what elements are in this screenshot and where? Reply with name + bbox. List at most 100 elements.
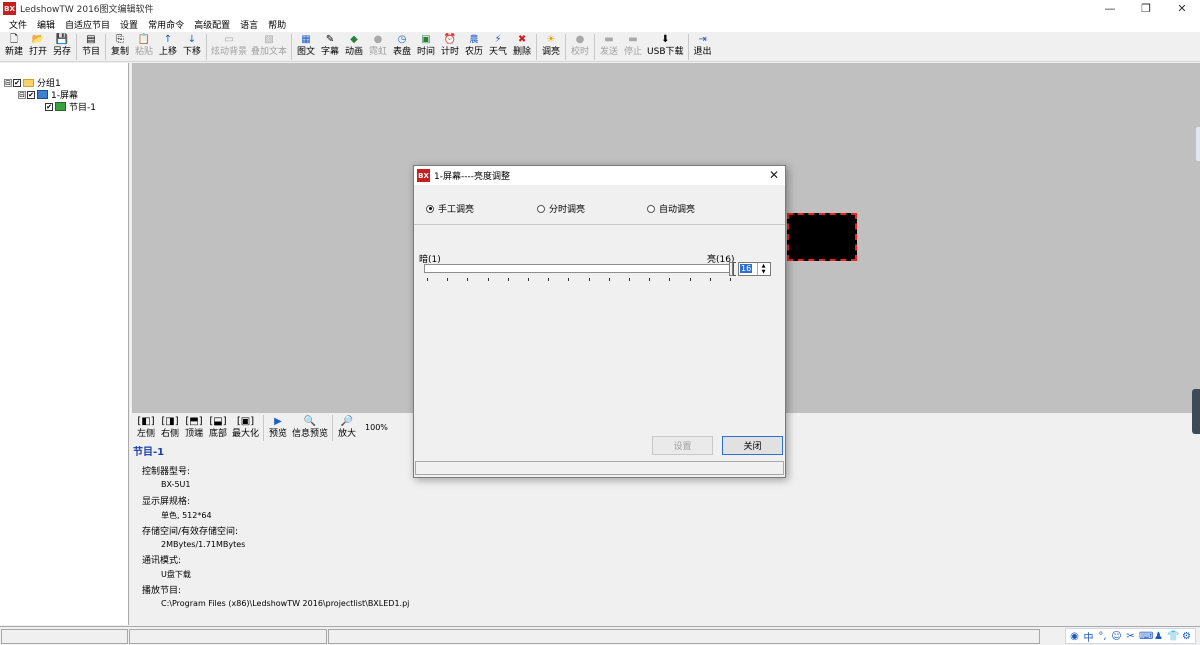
exit-button[interactable]: ⇥ 退出 (691, 32, 715, 58)
collapse-icon[interactable]: ⊟ (4, 78, 12, 87)
program-icon: ▤ (86, 34, 96, 45)
brightness-spinbox[interactable]: 16 ▲ ▼ (738, 262, 771, 276)
save-as-button[interactable]: 💾 另存 (50, 32, 74, 58)
calibrate-time-button[interactable]: ● 校时 (568, 32, 592, 58)
ime-keyboard-icon[interactable]: ⌨ (1139, 631, 1153, 642)
close-button[interactable]: ✕ (1164, 0, 1200, 17)
usb-download-button[interactable]: ⬇ USB下载 (645, 32, 685, 58)
menu-edit[interactable]: 编辑 (32, 18, 60, 31)
ime-punctuation-icon[interactable]: °, (1097, 631, 1108, 642)
tree-node-program[interactable]: ✔ 节目-1 (45, 101, 96, 113)
zoom-in-button[interactable]: 🔎 放大 (335, 413, 359, 440)
preview-button[interactable]: ▶ 预览 (266, 413, 290, 440)
ime-chinese-mode[interactable]: 中 (1083, 629, 1094, 644)
tree-node-screen[interactable]: ⊟ ✔ 1-屏幕 (18, 89, 78, 101)
collapse-icon[interactable]: ⊟ (18, 90, 26, 99)
dial-button[interactable]: ◷ 表盘 (390, 32, 414, 58)
align-top-button[interactable]: [⬒] 顶端 (182, 413, 206, 440)
maximize-button[interactable]: ❐ (1128, 0, 1164, 17)
menu-advanced-config[interactable]: 高级配置 (189, 18, 235, 31)
menu-settings[interactable]: 设置 (115, 18, 143, 31)
ime-skin-icon[interactable]: 👕 (1167, 631, 1179, 642)
radio-icon[interactable] (647, 204, 655, 213)
dialog-close-icon[interactable]: ✕ (769, 168, 779, 182)
auto-mode-radio[interactable]: 自动调亮 (647, 202, 695, 215)
side-handle[interactable] (1192, 389, 1200, 434)
group-checkbox[interactable]: ✔ (13, 78, 21, 87)
animation-button[interactable]: ◆ 动画 (342, 32, 366, 58)
dynamic-background-button[interactable]: ▭ 炫动背景 (209, 32, 249, 58)
time-button[interactable]: ▣ 时间 (414, 32, 438, 58)
menu-help[interactable]: 帮助 (263, 18, 291, 31)
ime-scissors-icon[interactable]: ✂ (1125, 631, 1136, 642)
paste-button[interactable]: 📋 粘贴 (132, 32, 156, 58)
tree-node-group[interactable]: ⊟ ✔ 分组1 (4, 77, 61, 89)
maximize-area-icon: [▣] (236, 416, 255, 427)
toolbar-separator (105, 34, 106, 60)
send-icon: ▬ (604, 34, 614, 45)
align-left-button[interactable]: [◧] 左侧 (134, 413, 158, 440)
ime-user-icon[interactable]: ♟ (1153, 631, 1164, 642)
overlay-text-button[interactable]: ▧ 叠加文本 (249, 32, 289, 58)
ime-logo-icon[interactable]: ◉ (1069, 631, 1080, 642)
manual-mode-radio[interactable]: 手工调亮 (426, 202, 474, 215)
calibrate-time-icon: ● (575, 34, 585, 45)
divider (414, 224, 785, 225)
side-tab[interactable] (1196, 127, 1200, 161)
exit-label: 退出 (693, 47, 712, 57)
screen-checkbox[interactable]: ✔ (27, 90, 35, 99)
move-down-button[interactable]: ↓ 下移 (180, 32, 204, 58)
timed-mode-radio[interactable]: 分时调亮 (537, 202, 585, 215)
brightness-button[interactable]: ☀ 调亮 (539, 32, 563, 58)
auto-mode-label: 自动调亮 (659, 205, 696, 215)
image-text-label: 图文 (297, 47, 316, 57)
maximize-area-button[interactable]: [▣] 最大化 (230, 413, 261, 440)
slider-tick (730, 278, 731, 281)
info-preview-button[interactable]: 🔍 信息预览 (290, 413, 330, 440)
open-button[interactable]: 📂 打开 (26, 32, 50, 58)
program-checkbox[interactable]: ✔ (45, 102, 53, 111)
calibrate-time-label: 校时 (571, 47, 590, 57)
timer-button[interactable]: ⏰ 计时 (438, 32, 462, 58)
subtitle-button[interactable]: ✎ 字幕 (318, 32, 342, 58)
menu-adaptive-program[interactable]: 自适应节目 (60, 18, 115, 31)
lunar-calendar-button[interactable]: 農农历 (462, 32, 486, 58)
align-bottom-button[interactable]: [⬓] 底部 (206, 413, 230, 440)
program-button[interactable]: ▤ 节目 (79, 32, 103, 58)
image-text-button[interactable]: ▦ 图文 (294, 32, 318, 58)
slider-tick (689, 278, 691, 281)
radio-icon[interactable] (537, 204, 545, 213)
radio-selected-icon[interactable] (426, 204, 434, 213)
weather-button[interactable]: ⚡ 天气 (486, 32, 510, 58)
align-right-icon: [◨] (161, 416, 179, 427)
align-top-label: 顶端 (184, 429, 203, 439)
set-button[interactable]: 设置 (652, 436, 713, 455)
send-button[interactable]: ▬ 发送 (597, 32, 621, 58)
menu-common-commands[interactable]: 常用命令 (143, 18, 189, 31)
brightness-value-field[interactable]: 16 (739, 263, 757, 275)
ime-settings-icon[interactable]: ⚙ (1181, 631, 1192, 642)
neon-button[interactable]: ● 霓虹 (366, 32, 390, 58)
info-preview-label: 信息预览 (292, 429, 329, 439)
align-right-button[interactable]: [◨] 右侧 (158, 413, 182, 440)
ime-emoji-icon[interactable]: ☺ (1111, 631, 1122, 642)
menu-file[interactable]: 文件 (4, 18, 32, 31)
toolbar-separator (206, 34, 207, 60)
toolbar-separator (594, 34, 596, 60)
stop-button[interactable]: ▬ 停止 (621, 32, 645, 58)
menu-language[interactable]: 语言 (235, 18, 263, 31)
led-screen-area[interactable] (787, 213, 857, 261)
minimize-button[interactable]: — (1092, 0, 1128, 17)
close-dialog-button[interactable]: 关闭 (722, 436, 783, 455)
new-button[interactable]: 🗋 新建 (2, 32, 26, 58)
spin-down-icon[interactable]: ▼ (758, 269, 769, 275)
delete-button[interactable]: ✖ 删除 (510, 32, 534, 58)
copy-button[interactable]: ⎘ 复制 (108, 32, 132, 58)
delete-icon: ✖ (517, 34, 527, 45)
weather-label: 天气 (489, 47, 508, 57)
dialog-title: 1-屏幕----亮度调整 (434, 172, 510, 182)
move-up-button[interactable]: ↑ 上移 (156, 32, 180, 58)
slider-tick (528, 278, 529, 281)
brightness-slider[interactable] (424, 264, 730, 273)
main-toolbar: 🗋 新建 📂 打开 💾 另存 ▤ 节目 ⎘ 复制 📋 粘贴 ↑ 上移 ↓ 下移 ▭ 炫动背景 ▧ 叠… (0, 32, 1200, 62)
